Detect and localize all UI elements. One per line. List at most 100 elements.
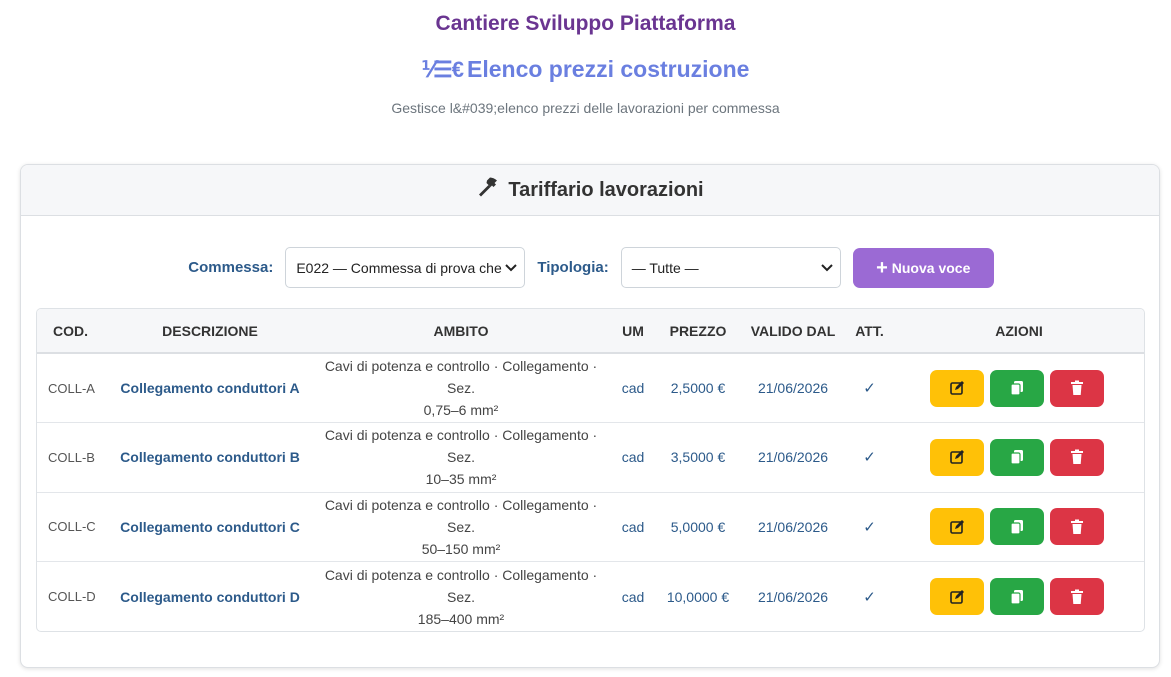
cell-descrizione[interactable]: Collegamento conduttori B — [107, 423, 313, 493]
cell-descrizione[interactable]: Collegamento conduttori D — [107, 562, 313, 632]
cell-descrizione[interactable]: Collegamento conduttori A — [107, 353, 313, 423]
edit-button[interactable] — [930, 508, 984, 546]
cell-azioni — [892, 492, 1144, 562]
delete-button[interactable] — [1050, 508, 1104, 546]
commessa-select[interactable]: E022 — Commessa di prova che — [285, 247, 526, 288]
cell-um: cad — [621, 518, 645, 535]
chevron-down-icon — [821, 264, 833, 272]
cell-prezzo: 2,5000 € — [670, 380, 726, 396]
commessa-label: Commessa: — [188, 259, 274, 276]
tipologia-select[interactable]: — Tutte — — [620, 247, 841, 288]
new-entry-button[interactable]: + Nuova voce — [852, 247, 994, 288]
tipologia-label: Tipologia: — [537, 259, 609, 276]
row-actions — [892, 578, 1144, 615]
table-row: COLL-D Collegamento conduttori D Cavi di… — [37, 562, 1144, 632]
table-row: COLL-C Collegamento conduttori C Cavi di… — [37, 492, 1144, 562]
edit-icon — [950, 519, 964, 534]
row-actions — [892, 438, 1144, 476]
edit-button[interactable] — [930, 438, 984, 476]
list-ordered-euro-icon: ⅟☰€ — [421, 56, 464, 82]
header-um[interactable]: UM — [609, 309, 657, 353]
cell-azioni — [892, 562, 1144, 632]
delete-button[interactable] — [1050, 438, 1104, 476]
cell-ambito: Cavi di potenza e controllo · Collegamen… — [313, 353, 609, 423]
edit-button[interactable] — [930, 369, 984, 407]
trash-icon — [1071, 589, 1083, 604]
duplicate-button[interactable] — [990, 508, 1044, 546]
chevron-down-icon — [505, 264, 518, 272]
header-att[interactable]: ATT. — [847, 309, 892, 353]
filters-bar: Commessa: E022 — Commessa di prova che T… — [21, 247, 1159, 288]
cell-prezzo: 5,0000 € — [670, 518, 726, 535]
active-check-icon: ✓ — [863, 449, 876, 467]
plus-icon: + — [876, 256, 888, 279]
ambito-line-2: 50–150 mm² — [421, 540, 501, 557]
cell-valido-dal: 21/06/2026 — [757, 380, 829, 396]
cell-azioni — [892, 353, 1144, 423]
page-title: ⅟☰€ Elenco prezzi costruzione — [0, 56, 1171, 83]
cell-um: cad — [621, 380, 645, 396]
edit-button[interactable] — [930, 578, 984, 615]
delete-button[interactable] — [1050, 369, 1104, 407]
cell-ambito: Cavi di potenza e controllo · Collegamen… — [313, 423, 609, 493]
ambito-line-1: Cavi di potenza e controllo · Collegamen… — [324, 358, 598, 396]
cell-um: cad — [621, 449, 645, 466]
active-check-icon: ✓ — [863, 518, 876, 536]
card-title: Tariffario lavorazioni — [508, 178, 704, 201]
edit-icon — [950, 381, 964, 395]
header-cod[interactable]: COD. — [37, 309, 107, 353]
card-header: Tariffario lavorazioni — [21, 165, 1159, 216]
cell-valido-dal: 21/06/2026 — [757, 449, 829, 466]
cell-valido-dal: 21/06/2026 — [757, 518, 829, 535]
edit-icon — [950, 450, 964, 465]
active-check-icon: ✓ — [863, 380, 876, 397]
ambito-line-1: Cavi di potenza e controllo · Collegamen… — [324, 427, 598, 466]
page-title-text: Elenco prezzi costruzione — [467, 56, 750, 82]
cell-um: cad — [621, 588, 645, 605]
copy-icon — [1010, 450, 1023, 465]
header-valido-dal[interactable]: VALIDO DAL — [739, 309, 847, 353]
cell-descrizione[interactable]: Collegamento conduttori C — [107, 492, 313, 562]
ambito-line-2: 10–35 mm² — [425, 471, 497, 488]
trash-icon — [1071, 449, 1083, 465]
cell-prezzo: 3,5000 € — [670, 449, 726, 466]
copy-icon — [1010, 381, 1023, 396]
copy-icon — [1010, 519, 1023, 535]
cell-cod: COLL-C — [48, 519, 96, 535]
hammer-icon — [476, 175, 500, 205]
cell-ambito: Cavi di potenza e controllo · Collegamen… — [313, 562, 609, 632]
header-ambito[interactable]: AMBITO — [313, 309, 609, 353]
cell-ambito: Cavi di potenza e controllo · Collegamen… — [313, 492, 609, 562]
ambito-line-2: 185–400 mm² — [417, 610, 505, 627]
header-descrizione[interactable]: DESCRIZIONE — [107, 309, 313, 353]
page-subtitle: Gestisce l&#039;elenco prezzi delle lavo… — [391, 100, 780, 116]
tipologia-select-value: — Tutte — — [631, 259, 699, 276]
trash-icon — [1071, 519, 1083, 534]
ambito-line-2: 0,75–6 mm² — [423, 402, 499, 418]
row-actions — [892, 369, 1144, 407]
commessa-select-value: E022 — Commessa di prova che — [296, 259, 502, 276]
trash-icon — [1071, 380, 1083, 395]
table-row: COLL-A Collegamento conduttori A Cavi di… — [37, 353, 1144, 423]
duplicate-button[interactable] — [990, 578, 1044, 615]
ambito-line-1: Cavi di potenza e controllo · Collegamen… — [324, 496, 598, 535]
ambito-line-1: Cavi di potenza e controllo · Collegamen… — [324, 566, 598, 605]
cell-cod: COLL-A — [48, 380, 95, 396]
copy-icon — [1010, 589, 1023, 605]
header-prezzo[interactable]: PREZZO — [657, 309, 739, 353]
cell-valido-dal: 21/06/2026 — [757, 588, 829, 605]
header-azioni: AZIONI — [995, 322, 1043, 339]
tariffario-card: Tariffario lavorazioni Commessa: E022 — … — [20, 164, 1160, 668]
active-check-icon: ✓ — [863, 588, 876, 606]
cell-prezzo: 10,0000 € — [666, 588, 730, 605]
cell-azioni — [892, 423, 1144, 493]
delete-button[interactable] — [1050, 578, 1104, 615]
duplicate-button[interactable] — [990, 369, 1044, 407]
app-title: Cantiere Sviluppo Piattaforma — [435, 12, 736, 35]
duplicate-button[interactable] — [990, 438, 1044, 476]
cell-cod: COLL-B — [48, 449, 95, 465]
table-header-row: COD. DESCRIZIONE AMBITO UM PREZZO VALIDO… — [37, 309, 1144, 353]
table-row: COLL-B Collegamento conduttori B Cavi di… — [37, 423, 1144, 493]
price-table-wrapper: COD. DESCRIZIONE AMBITO UM PREZZO VALIDO… — [36, 308, 1145, 632]
price-table: COD. DESCRIZIONE AMBITO UM PREZZO VALIDO… — [37, 309, 1144, 632]
